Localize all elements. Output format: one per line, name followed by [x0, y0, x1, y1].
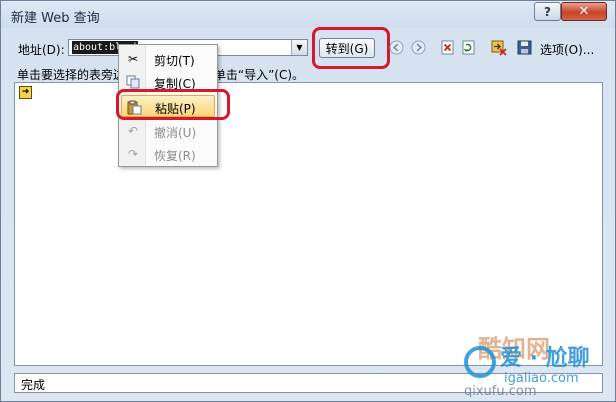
paste-icon: [126, 99, 142, 115]
menu-item-paste[interactable]: 粘贴(P): [121, 95, 215, 117]
close-button[interactable]: ✕: [561, 2, 607, 21]
options-button[interactable]: 选项(O)...: [540, 41, 594, 58]
copy-icon: [125, 74, 141, 90]
status-bar: 完成: [14, 373, 603, 393]
menu-item-copy[interactable]: 复制(C): [121, 71, 215, 93]
status-text: 完成: [21, 378, 46, 392]
menu-item-label: 恢复(R): [154, 149, 196, 163]
menu-item-label: 撤消(U): [154, 126, 197, 140]
back-icon[interactable]: [388, 39, 405, 56]
redo-icon: ↷: [127, 147, 139, 161]
menu-item-label: 粘贴(P): [155, 102, 196, 116]
hide-icons-icon[interactable]: [490, 39, 507, 56]
help-button[interactable]: ?: [534, 2, 561, 21]
save-query-icon[interactable]: [516, 39, 533, 56]
menu-item-redo[interactable]: ↷ 恢复(R): [121, 143, 215, 165]
refresh-icon[interactable]: [460, 39, 477, 56]
menu-item-undo[interactable]: ↶ 撤消(U): [121, 120, 215, 142]
menu-item-cut[interactable]: ✂ 剪切(T): [121, 48, 215, 70]
menu-item-label: 复制(C): [154, 77, 196, 91]
undo-icon: ↶: [127, 124, 139, 138]
go-button[interactable]: 转到(G): [319, 38, 375, 58]
new-web-query-window: 新建 Web 查询 ? ✕ 地址(D): about:blank ▼ 转到(G)…: [0, 0, 616, 402]
stop-icon[interactable]: [439, 39, 456, 56]
forward-icon[interactable]: [410, 39, 427, 56]
context-menu: ✂ 剪切(T) 复制(C) 粘贴(P) ↶ 撤消(U) ↷ 恢复(R): [118, 44, 218, 167]
chevron-down-icon: ▼: [296, 43, 303, 52]
window-title: 新建 Web 查询: [11, 11, 100, 26]
cut-icon: ✂: [127, 52, 139, 66]
menu-item-label: 剪切(T): [154, 54, 195, 68]
title-bar: 新建 Web 查询 ? ✕: [1, 1, 615, 29]
address-dropdown-button[interactable]: ▼: [291, 40, 307, 55]
web-content-area[interactable]: ➜: [14, 82, 603, 366]
address-label: 地址(D):: [18, 43, 65, 57]
table-select-arrow-icon[interactable]: ➜: [19, 86, 32, 99]
